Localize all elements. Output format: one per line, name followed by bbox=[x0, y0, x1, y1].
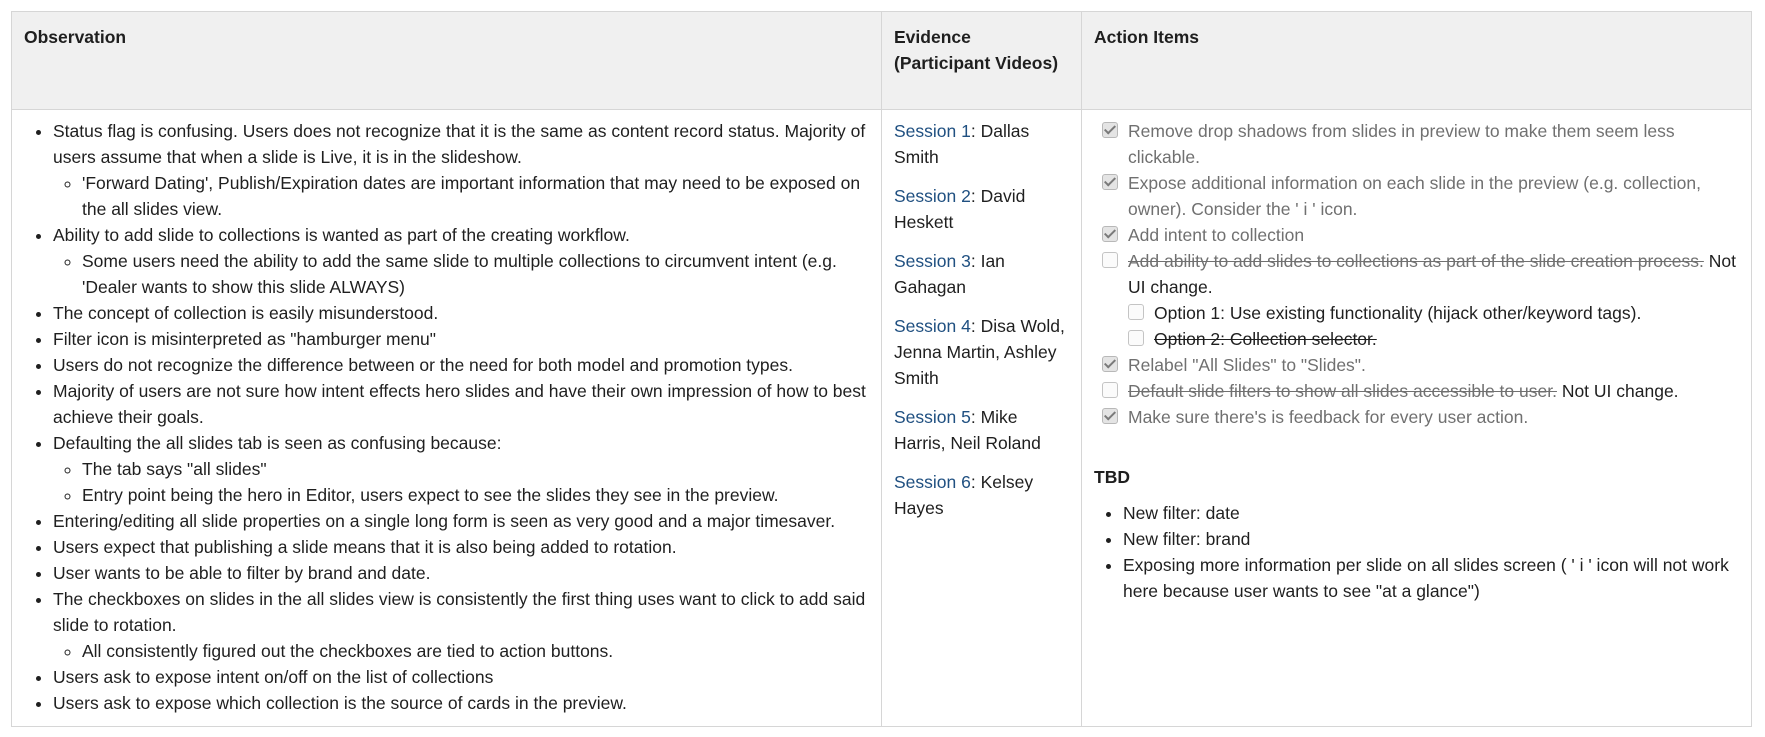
task-subitem: Option 2: Collection selector. bbox=[1120, 326, 1739, 352]
list-item: New filter: date bbox=[1123, 500, 1739, 526]
session-link[interactable]: Session 5 bbox=[894, 407, 971, 427]
task-item: Expose additional information on each sl… bbox=[1094, 170, 1739, 222]
list-item: The tab says "all slides" bbox=[82, 456, 869, 482]
list-item: Entry point being the hero in Editor, us… bbox=[82, 482, 869, 508]
task-item: Add ability to add slides to collections… bbox=[1094, 248, 1739, 300]
session-link[interactable]: Session 3 bbox=[894, 251, 971, 271]
session-entry: Session 5: Mike Harris, Neil Roland bbox=[894, 407, 1041, 453]
list-item: The checkboxes on slides in the all slid… bbox=[53, 586, 869, 664]
task-item: Default slide filters to show all slides… bbox=[1094, 378, 1739, 404]
task-item: Make sure there's is feedback for every … bbox=[1094, 404, 1739, 430]
list-item: Exposing more information per slide on a… bbox=[1123, 552, 1739, 604]
task-item: Remove drop shadows from slides in previ… bbox=[1094, 118, 1739, 170]
evidence-cell: Session 1: Dallas Smith Session 2: David… bbox=[882, 110, 1082, 726]
session-entry: Session 6: Kelsey Hayes bbox=[894, 472, 1034, 518]
session-link[interactable]: Session 2 bbox=[894, 186, 971, 206]
session-entry: Session 3: Ian Gahagan bbox=[894, 251, 1005, 297]
observation-cell: Status flag is confusing. Users does not… bbox=[12, 110, 882, 726]
table-header-row: Observation Evidence (Participant Videos… bbox=[12, 12, 1751, 110]
list-item: Users ask to expose intent on/off on the… bbox=[53, 664, 869, 690]
list-item: Some users need the ability to add the s… bbox=[82, 248, 869, 300]
session-link[interactable]: Session 4 bbox=[894, 316, 971, 336]
session-entry: Session 2: David Heskett bbox=[894, 186, 1026, 232]
list-item: Status flag is confusing. Users does not… bbox=[53, 118, 869, 222]
list-item: Ability to add slide to collections is w… bbox=[53, 222, 869, 300]
list-item: Entering/editing all slide properties on… bbox=[53, 508, 869, 534]
list-item: Users expect that publishing a slide mea… bbox=[53, 534, 869, 560]
checked-checkbox[interactable] bbox=[1102, 174, 1118, 190]
table-body-row: Status flag is confusing. Users does not… bbox=[12, 110, 1751, 726]
list-item: Filter icon is misinterpreted as "hambur… bbox=[53, 326, 869, 352]
list-item: All consistently figured out the checkbo… bbox=[82, 638, 869, 664]
unchecked-checkbox[interactable] bbox=[1102, 252, 1118, 268]
list-item: Majority of users are not sure how inten… bbox=[53, 378, 869, 430]
list-item: New filter: brand bbox=[1123, 526, 1739, 552]
observation-list: Status flag is confusing. Users does not… bbox=[24, 118, 869, 716]
checked-checkbox[interactable] bbox=[1102, 408, 1118, 424]
action-items-cell: Remove drop shadows from slides in previ… bbox=[1082, 110, 1751, 726]
findings-table: Observation Evidence (Participant Videos… bbox=[11, 11, 1752, 727]
header-observation: Observation bbox=[12, 12, 882, 109]
list-item: The concept of collection is easily misu… bbox=[53, 300, 869, 326]
header-evidence: Evidence (Participant Videos) bbox=[882, 12, 1082, 109]
list-item: User wants to be able to filter by brand… bbox=[53, 560, 869, 586]
tbd-list: New filter: date New filter: brand Expos… bbox=[1094, 500, 1739, 604]
unchecked-checkbox[interactable] bbox=[1128, 304, 1144, 320]
task-item: Relabel "All Slides" to "Slides". bbox=[1094, 352, 1739, 378]
header-action-items: Action Items bbox=[1094, 27, 1200, 47]
session-entry: Session 4: Disa Wold, Jenna Martin, Ashl… bbox=[894, 316, 1065, 388]
task-item: Add intent to collection bbox=[1094, 222, 1739, 248]
unchecked-checkbox[interactable] bbox=[1102, 382, 1118, 398]
session-entry: Session 1: Dallas Smith bbox=[894, 121, 1030, 167]
list-item: Users ask to expose which collection is … bbox=[53, 690, 869, 716]
tbd-heading: TBD bbox=[1094, 467, 1130, 487]
list-item: Users do not recognize the difference be… bbox=[53, 352, 869, 378]
session-link[interactable]: Session 1 bbox=[894, 121, 971, 141]
checked-checkbox[interactable] bbox=[1102, 122, 1118, 138]
checked-checkbox[interactable] bbox=[1102, 226, 1118, 242]
task-subitem: Option 1: Use existing functionality (hi… bbox=[1120, 300, 1739, 326]
list-item: Defaulting the all slides tab is seen as… bbox=[53, 430, 869, 508]
session-link[interactable]: Session 6 bbox=[894, 472, 971, 492]
list-item: 'Forward Dating', Publish/Expiration dat… bbox=[82, 170, 869, 222]
checked-checkbox[interactable] bbox=[1102, 356, 1118, 372]
unchecked-checkbox[interactable] bbox=[1128, 330, 1144, 346]
